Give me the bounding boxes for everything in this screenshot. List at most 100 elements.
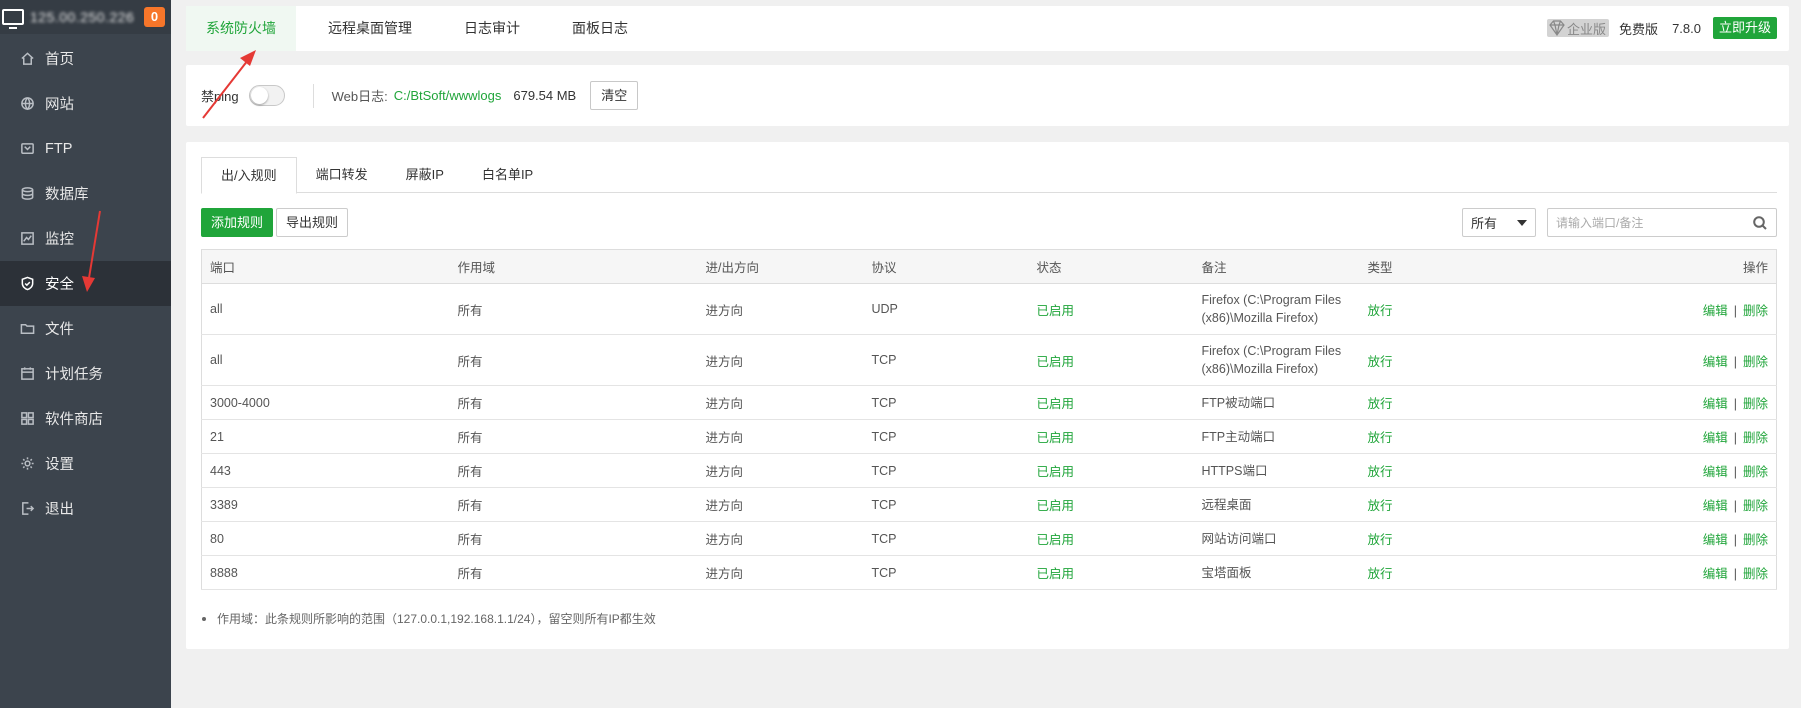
- cell-status[interactable]: 已启用: [1028, 385, 1194, 420]
- delete-link[interactable]: 删除: [1743, 304, 1768, 318]
- remark-line: (x86)\Mozilla Firefox): [1201, 311, 1319, 325]
- cell-actions: 编辑 | 删除: [1509, 334, 1777, 386]
- sidebar-item-monitor[interactable]: 监控: [0, 216, 171, 261]
- op-separator: |: [1733, 533, 1737, 547]
- home-icon: [19, 51, 35, 67]
- edit-link[interactable]: 编辑: [1703, 355, 1728, 369]
- edit-link[interactable]: 编辑: [1703, 304, 1728, 318]
- remark-line: Firefox (C:\Program Files: [1201, 293, 1342, 307]
- add-rule-button[interactable]: 添加规则: [201, 208, 274, 237]
- remark-line: Firefox (C:\Program Files: [1201, 344, 1342, 358]
- delete-link[interactable]: 删除: [1743, 355, 1768, 369]
- sidebar-item-label: 首页: [45, 52, 74, 68]
- table-row: 443 所有 进方向 TCP 已启用 HTTPS端口 放行 编辑 | 删除: [201, 453, 1777, 488]
- search-icon[interactable]: [1752, 215, 1768, 231]
- cell-actions: 编辑 | 删除: [1509, 385, 1777, 420]
- cell-port: 8888: [201, 555, 450, 590]
- search-input[interactable]: [1548, 209, 1738, 236]
- edit-link[interactable]: 编辑: [1703, 431, 1728, 445]
- calendar-icon: [19, 366, 35, 382]
- edit-link[interactable]: 编辑: [1703, 533, 1728, 547]
- sidebar-item-cron[interactable]: 计划任务: [0, 351, 171, 396]
- status-text[interactable]: 已启用: [1037, 304, 1075, 318]
- tab-log-audit[interactable]: 日志审计: [444, 6, 540, 51]
- enterprise-badge[interactable]: 企业版: [1547, 19, 1610, 37]
- col-status: 状态: [1028, 249, 1194, 284]
- sidebar-item-database[interactable]: 数据库: [0, 171, 171, 216]
- status-text[interactable]: 已启用: [1037, 533, 1075, 547]
- weblog-path-link[interactable]: C:/BtSoft/wwwlogs: [394, 88, 502, 103]
- sidebar-item-home[interactable]: 首页: [0, 36, 171, 81]
- op-separator: |: [1733, 397, 1737, 411]
- upgrade-button[interactable]: 立即升级: [1712, 17, 1777, 39]
- cell-port: 3389: [201, 487, 450, 522]
- sidebar-item-logout[interactable]: 退出: [0, 486, 171, 531]
- status-text[interactable]: 已启用: [1037, 397, 1075, 411]
- cell-port: 80: [201, 521, 450, 556]
- computer-icon: [2, 9, 24, 29]
- edit-link[interactable]: 编辑: [1703, 499, 1728, 513]
- main-content: 系统防火墙 远程桌面管理 日志审计 面板日志 企业版 免费版 7.8.0 立即升…: [171, 0, 1801, 708]
- cell-status[interactable]: 已启用: [1028, 521, 1194, 556]
- op-separator: |: [1733, 303, 1737, 318]
- filter-select[interactable]: 所有: [1462, 208, 1536, 237]
- cell-status[interactable]: 已启用: [1028, 419, 1194, 454]
- cell-protocol: TCP: [863, 453, 1029, 488]
- type-badge: 放行: [1367, 303, 1393, 318]
- type-badge: 放行: [1367, 533, 1393, 547]
- edit-link[interactable]: 编辑: [1703, 465, 1728, 479]
- cell-scope: 所有: [449, 453, 698, 488]
- delete-link[interactable]: 删除: [1743, 431, 1768, 445]
- sidebar-item-label: 监控: [45, 232, 74, 248]
- cell-remark: Firefox (C:\Program Files (x86)\Mozilla F…: [1193, 334, 1360, 386]
- rules-table: 端口 作用域 进/出方向 协议 状态 备注 类型 操作 all 所有 进方向 UDP 已…: [201, 249, 1777, 590]
- cell-status[interactable]: 已启用: [1028, 555, 1194, 590]
- edit-link[interactable]: 编辑: [1703, 567, 1728, 581]
- top-tabs-bar: 系统防火墙 远程桌面管理 日志审计 面板日志 企业版 免费版 7.8.0 立即升…: [186, 6, 1789, 51]
- sidebar-item-ftp[interactable]: FTP: [0, 126, 171, 171]
- export-rules-button[interactable]: 导出规则: [276, 208, 349, 237]
- sidebar-item-label: 设置: [45, 457, 74, 473]
- sidebar-item-files[interactable]: 文件: [0, 306, 171, 351]
- tab-port-forward[interactable]: 端口转发: [297, 157, 387, 193]
- sidebar-item-website[interactable]: 网站: [0, 81, 171, 126]
- tab-panel-log[interactable]: 面板日志: [552, 6, 648, 51]
- tab-firewall[interactable]: 系统防火墙: [186, 6, 296, 51]
- cell-type: 放行: [1359, 334, 1510, 386]
- cell-actions: 编辑 | 删除: [1509, 521, 1777, 556]
- cell-scope: 所有: [449, 487, 698, 522]
- cell-port: 3000-4000: [201, 385, 450, 420]
- delete-link[interactable]: 删除: [1743, 397, 1768, 411]
- tab-remote-desktop[interactable]: 远程桌面管理: [308, 6, 432, 51]
- delete-link[interactable]: 删除: [1743, 533, 1768, 547]
- cell-scope: 所有: [449, 283, 698, 335]
- edit-link[interactable]: 编辑: [1703, 397, 1728, 411]
- tab-inout-rules[interactable]: 出/入规则: [201, 157, 297, 194]
- cell-status[interactable]: 已启用: [1028, 453, 1194, 488]
- ping-toggle[interactable]: [248, 85, 285, 106]
- sidebar-nav: 首页 网站 FTP 数据库 监控 安全 文件 计划任务 软件商店 设置 退出: [0, 36, 171, 531]
- cell-status[interactable]: 已启用: [1028, 334, 1194, 386]
- delete-link[interactable]: 删除: [1743, 465, 1768, 479]
- cell-status[interactable]: 已启用: [1028, 487, 1194, 522]
- delete-link[interactable]: 删除: [1743, 499, 1768, 513]
- cell-protocol: TCP: [863, 385, 1029, 420]
- notification-badge[interactable]: 0: [144, 7, 165, 27]
- cell-protocol: UDP: [863, 283, 1029, 335]
- sidebar-item-security[interactable]: 安全: [0, 261, 171, 306]
- sidebar-item-store[interactable]: 软件商店: [0, 396, 171, 441]
- status-text[interactable]: 已启用: [1037, 499, 1075, 513]
- clear-log-button[interactable]: 清空: [590, 81, 639, 110]
- status-text[interactable]: 已启用: [1037, 567, 1075, 581]
- status-text[interactable]: 已启用: [1037, 431, 1075, 445]
- free-edition-label: 免费版: [1619, 21, 1659, 37]
- status-text[interactable]: 已启用: [1037, 355, 1075, 369]
- tab-whitelist-ip[interactable]: 白名单IP: [463, 157, 552, 193]
- cell-status[interactable]: 已启用: [1028, 283, 1194, 335]
- cell-remark: HTTPS端口: [1193, 453, 1360, 488]
- status-text[interactable]: 已启用: [1037, 465, 1075, 479]
- delete-link[interactable]: 删除: [1743, 567, 1768, 581]
- tab-block-ip[interactable]: 屏蔽IP: [387, 157, 463, 193]
- col-remark: 备注: [1193, 249, 1360, 284]
- sidebar-item-settings[interactable]: 设置: [0, 441, 171, 486]
